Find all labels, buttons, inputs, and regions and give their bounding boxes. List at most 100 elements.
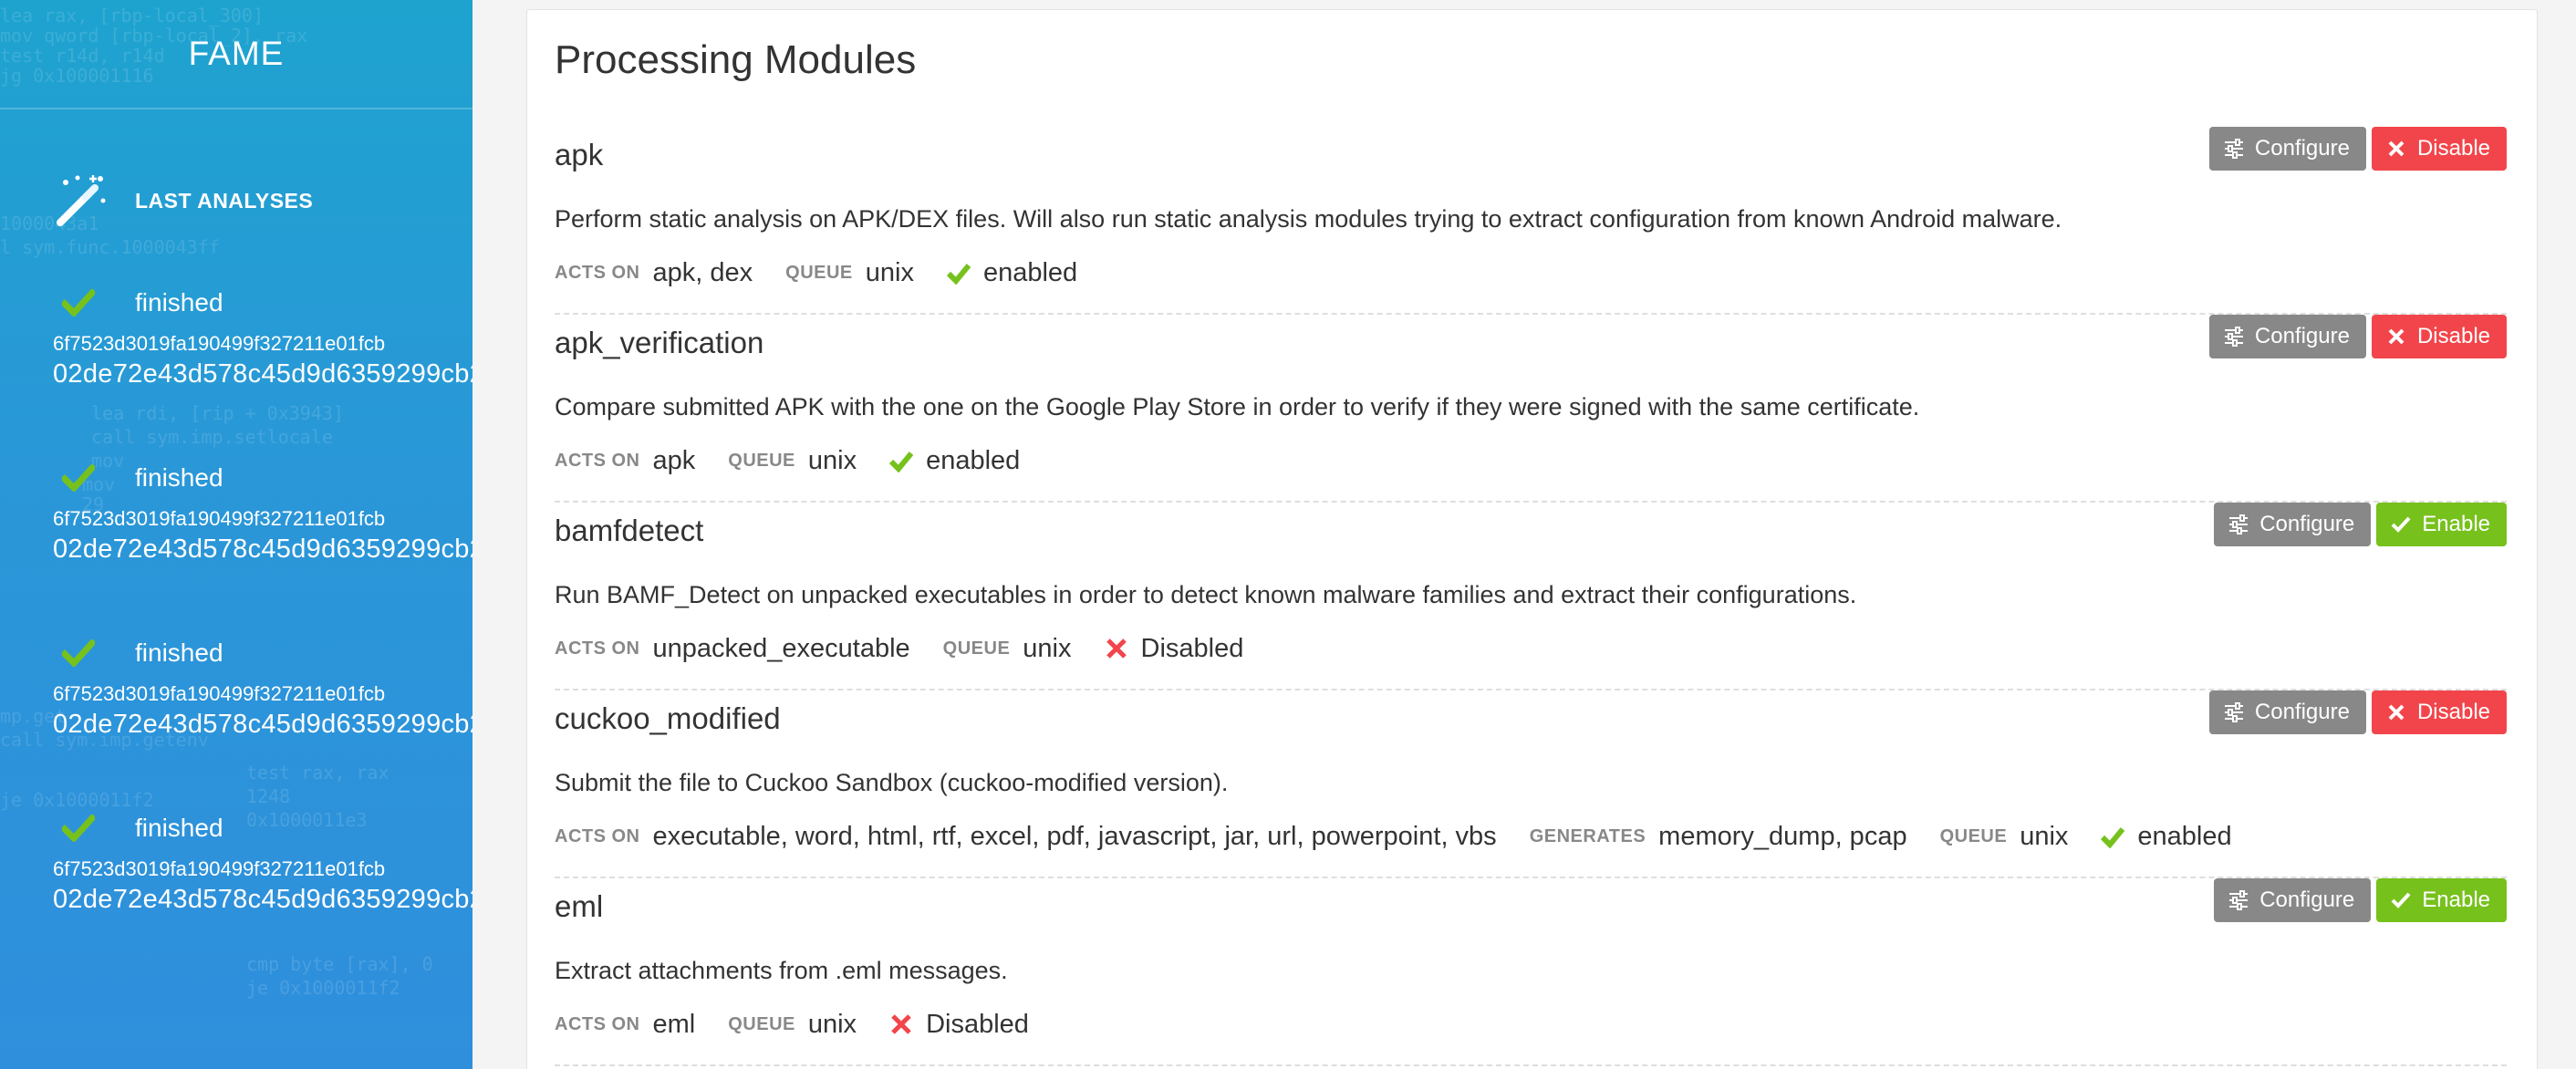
module-status: enabled — [926, 445, 1021, 475]
check-icon — [946, 264, 971, 285]
sliders-icon — [2224, 327, 2243, 347]
module-bamfdetect: bamfdetect Configure Enable Run BAMF_Det… — [555, 503, 2507, 690]
module-description: Extract attachments from .eml messages. — [555, 957, 1008, 984]
x-icon — [2388, 328, 2405, 345]
acts-on-label: ACTS ON — [555, 450, 640, 471]
analysis-hash-sha: 02de72e43d578c45d9d6359299cb2c — [53, 534, 473, 564]
section-title: LAST ANALYSES — [135, 188, 314, 213]
enable-label: Enable — [2422, 887, 2490, 912]
configure-button[interactable]: Configure — [2208, 127, 2366, 171]
analysis-status: finished — [135, 814, 223, 842]
module-meta: ACTS ON unpacked_executable QUEUE unix D… — [555, 630, 1243, 667]
sliders-icon — [2229, 514, 2249, 534]
configure-button[interactable]: Configure — [2208, 315, 2366, 358]
code-line: call sym.imp.setlocale — [91, 426, 333, 448]
brand-logo[interactable]: FAME — [0, 0, 473, 109]
module-status: Disabled — [926, 1009, 1029, 1039]
analysis-hash-md5: 6f7523d3019fa190499f327211e01fcb — [53, 507, 386, 530]
configure-button[interactable]: Configure — [2214, 503, 2372, 546]
queue-value: unix — [2020, 821, 2069, 851]
disable-button[interactable]: Disable — [2371, 315, 2507, 358]
check-icon — [2391, 516, 2411, 533]
check-icon — [62, 464, 95, 492]
module-meta: ACTS ON apk QUEUE unix enabled — [555, 442, 1020, 479]
analysis-hash-md5: 6f7523d3019fa190499f327211e01fcb — [53, 682, 386, 705]
x-icon — [2388, 704, 2405, 721]
acts-on-value: executable, word, html, rtf, excel, pdf,… — [652, 821, 1497, 851]
configure-button[interactable]: Configure — [2208, 690, 2366, 734]
module-status: enabled — [982, 257, 1078, 287]
check-icon — [2101, 827, 2125, 848]
analysis-item[interactable]: finished 6f7523d3019fa190499f327211e01fc… — [53, 458, 473, 565]
acts-on-label: ACTS ON — [555, 262, 640, 283]
generates-label: GENERATES — [1529, 825, 1646, 846]
module-cuckoo-modified: cuckoo_modified Configure Disable Submit… — [555, 690, 2507, 878]
acts-on-value: eml — [652, 1009, 696, 1039]
acts-on-value: unpacked_executable — [652, 633, 910, 663]
check-icon — [889, 451, 914, 472]
module-description: Perform static analysis on APK/DEX files… — [555, 205, 2062, 233]
code-line: 1248 — [246, 785, 291, 807]
code-line: cmp byte [rax], 0 — [246, 953, 433, 975]
magic-wand-icon — [57, 175, 106, 226]
configure-button[interactable]: Configure — [2214, 878, 2372, 922]
module-meta: ACTS ON executable, word, html, rtf, exc… — [555, 818, 2232, 855]
module-name: eml — [555, 889, 604, 923]
analysis-item[interactable]: finished 6f7523d3019fa190499f327211e01fc… — [53, 283, 473, 389]
code-line: je 0x1000011f2 — [246, 977, 400, 999]
sidebar: lea rax, [rbp-local_300] mov qword [rbp-l… — [0, 0, 473, 1069]
module-name: apk_verification — [555, 326, 764, 359]
acts-on-label: ACTS ON — [555, 638, 640, 659]
analysis-hash-md5: 6f7523d3019fa190499f327211e01fcb — [53, 857, 386, 880]
x-icon — [891, 1014, 911, 1034]
queue-label: QUEUE — [728, 1013, 795, 1034]
x-icon — [2388, 140, 2405, 157]
enable-button[interactable]: Enable — [2376, 503, 2507, 546]
disable-label: Disable — [2416, 136, 2490, 161]
check-icon — [62, 639, 95, 667]
analysis-status: finished — [135, 463, 223, 492]
x-icon — [1106, 638, 1127, 659]
queue-label: QUEUE — [785, 262, 853, 283]
module-meta: ACTS ON apk, dex QUEUE unix enabled — [555, 254, 1077, 291]
module-description: Run BAMF_Detect on unpacked executables … — [555, 581, 1857, 608]
configure-label: Configure — [2259, 512, 2355, 536]
module-status: Disabled — [1140, 633, 1244, 663]
module-meta: ACTS ON eml QUEUE unix Disabled — [555, 1006, 1029, 1043]
check-icon — [62, 815, 95, 842]
module-description: Submit the file to Cuckoo Sandbox (cucko… — [555, 769, 1229, 796]
acts-on-label: ACTS ON — [555, 1013, 640, 1034]
module-name: cuckoo_modified — [555, 701, 781, 735]
configure-label: Configure — [2259, 887, 2355, 912]
module-eml: eml Configure Enable Extract attachments… — [555, 878, 2507, 1066]
sliders-icon — [2229, 890, 2249, 910]
check-icon — [2391, 892, 2411, 908]
module-status: enabled — [2137, 821, 2232, 851]
module-apk: apk Configure Disable Perform static ana… — [555, 127, 2507, 315]
queue-value: unix — [807, 445, 857, 475]
disable-button[interactable]: Disable — [2371, 127, 2507, 171]
analysis-status: finished — [135, 638, 223, 667]
configure-label: Configure — [2254, 700, 2350, 724]
sliders-icon — [2224, 702, 2243, 722]
disable-label: Disable — [2416, 324, 2490, 348]
disable-button[interactable]: Disable — [2371, 690, 2507, 734]
module-description: Compare submitted APK with the one on th… — [555, 393, 1920, 420]
module-name: bamfdetect — [555, 514, 704, 547]
disable-label: Disable — [2416, 700, 2490, 724]
enable-button[interactable]: Enable — [2376, 878, 2507, 922]
analysis-item[interactable]: finished 6f7523d3019fa190499f327211e01fc… — [53, 633, 473, 740]
configure-label: Configure — [2254, 136, 2350, 161]
analysis-item[interactable]: finished 6f7523d3019fa190499f327211e01fc… — [53, 808, 473, 915]
enable-label: Enable — [2422, 512, 2490, 536]
queue-value: unix — [807, 1009, 857, 1039]
last-analyses-header: LAST ANALYSES — [53, 171, 313, 230]
code-line: lea rdi, [rip + 0x3943] — [91, 402, 344, 424]
code-line: test rax, rax — [246, 762, 390, 784]
code-line: l sym.func.1000043ff — [0, 236, 220, 258]
page-title: Processing Modules — [555, 37, 917, 82]
processing-modules-panel: Processing Modules apk Configure Disable… — [526, 9, 2538, 1069]
configure-label: Configure — [2254, 324, 2350, 348]
queue-label: QUEUE — [942, 638, 1011, 659]
check-icon — [62, 289, 95, 317]
